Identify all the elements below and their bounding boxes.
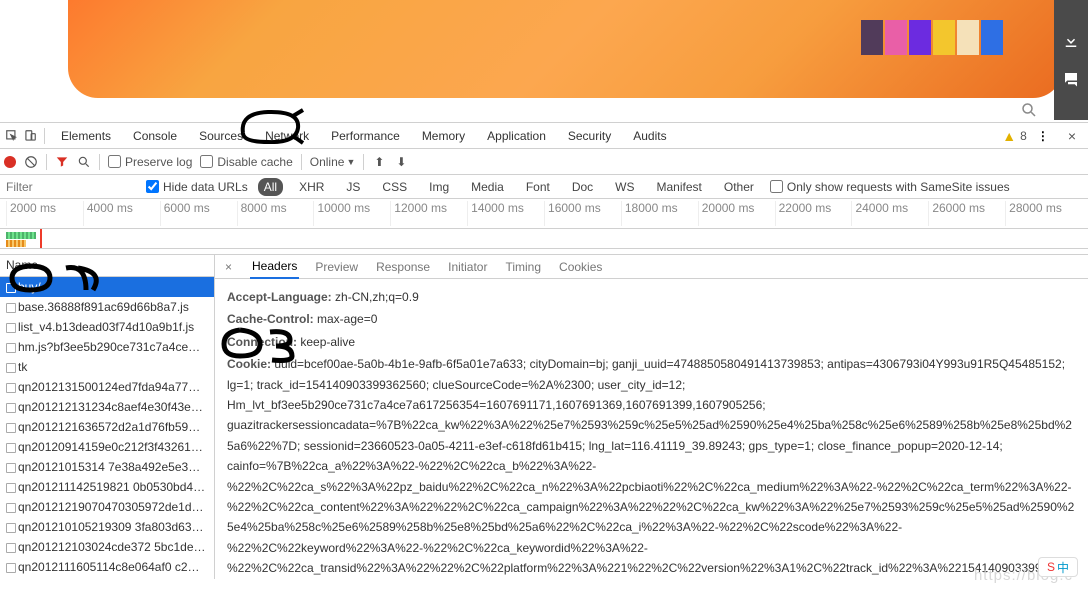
request-detail: × Headers Preview Response Initiator Tim…: [215, 255, 1088, 579]
chat-icon[interactable]: [1062, 70, 1080, 88]
request-row[interactable]: list_v4.b13dead03f74d10a9b1f.js: [0, 317, 214, 337]
tab-elements[interactable]: Elements: [51, 124, 121, 148]
type-img[interactable]: Img: [423, 178, 455, 196]
hide-dataurls-checkbox[interactable]: Hide data URLs: [146, 180, 248, 194]
type-other[interactable]: Other: [718, 178, 760, 196]
right-sidebar: [1054, 0, 1088, 120]
type-manifest[interactable]: Manifest: [651, 178, 708, 196]
header-value: max-age=0: [317, 312, 377, 326]
upload-har-icon[interactable]: ⬆: [372, 155, 386, 169]
request-row[interactable]: qn201213124515dd7271087ab10b5b..: [0, 577, 214, 579]
tab-memory[interactable]: Memory: [412, 124, 475, 148]
request-row[interactable]: buy/: [0, 277, 214, 297]
tab-application[interactable]: Application: [477, 124, 556, 148]
request-list: Name buy/ base.36888f891ac69d66b8a7.js l…: [0, 255, 215, 579]
tab-sources[interactable]: Sources: [189, 124, 253, 148]
download-har-icon[interactable]: ⬇: [394, 155, 408, 169]
detail-tab-preview[interactable]: Preview: [313, 256, 360, 278]
detail-tab-headers[interactable]: Headers: [250, 255, 299, 279]
detail-tab-response[interactable]: Response: [374, 256, 432, 278]
filter-input[interactable]: [6, 180, 136, 194]
request-row[interactable]: qn20120914159e0c212f3f43261e7..: [0, 437, 214, 457]
device-icon[interactable]: [22, 128, 38, 144]
request-row[interactable]: hm.js?bf3ee5b290ce731c7a4ce7a617.: [0, 337, 214, 357]
preserve-log-checkbox[interactable]: Preserve log: [108, 155, 192, 169]
close-devtools-icon[interactable]: ×: [1060, 128, 1084, 144]
detail-tab-cookies[interactable]: Cookies: [557, 256, 604, 278]
search-page-icon[interactable]: [1020, 101, 1038, 119]
request-row[interactable]: qn201211142519821 0b0530bd48d1e..: [0, 477, 214, 497]
disable-cache-checkbox[interactable]: Disable cache: [200, 155, 292, 169]
request-row[interactable]: base.36888f891ac69d66b8a7.js: [0, 297, 214, 317]
request-row[interactable]: qn201212103024cde372 5bc1de5421..: [0, 537, 214, 557]
filter-icon[interactable]: [55, 155, 69, 169]
devtools-tabbar: Elements Console Sources Network Perform…: [0, 123, 1088, 149]
request-row[interactable]: qn20121015314 7e38a492e5e39f758..: [0, 457, 214, 477]
detail-tab-initiator[interactable]: Initiator: [446, 256, 489, 278]
more-icon[interactable]: ⋮: [1029, 129, 1058, 143]
warning-count[interactable]: ▲8: [1002, 128, 1027, 144]
request-row[interactable]: tk: [0, 357, 214, 377]
type-xhr[interactable]: XHR: [293, 178, 330, 196]
request-row[interactable]: qn201210105219309 3fa803d6376f2f..: [0, 517, 214, 537]
header-value: zh-CN,zh;q=0.9: [335, 290, 419, 304]
detail-tab-timing[interactable]: Timing: [503, 256, 543, 278]
tab-console[interactable]: Console: [123, 124, 187, 148]
search-icon[interactable]: [77, 155, 91, 169]
overview-strip[interactable]: [0, 229, 1088, 249]
tab-performance[interactable]: Performance: [321, 124, 410, 148]
name-column-header[interactable]: Name: [0, 255, 214, 277]
page-banner: [68, 0, 1063, 98]
record-button[interactable]: [4, 156, 16, 168]
request-row[interactable]: qn20121219070470305972de1d2294e..: [0, 497, 214, 517]
type-ws[interactable]: WS: [609, 178, 640, 196]
request-row[interactable]: qn2012131500124ed7fda94a77ce91..: [0, 377, 214, 397]
header-value: keep-alive: [300, 335, 355, 349]
ime-float-icon[interactable]: S中: [1038, 557, 1078, 577]
type-js[interactable]: JS: [340, 178, 366, 196]
throttle-select[interactable]: Online ▼: [310, 155, 356, 169]
tab-network[interactable]: Network: [255, 124, 319, 148]
request-row[interactable]: qn2012111605114c8e064af0 c2d093..: [0, 557, 214, 577]
type-css[interactable]: CSS: [376, 178, 413, 196]
close-detail-icon[interactable]: ×: [221, 260, 236, 274]
tab-security[interactable]: Security: [558, 124, 621, 148]
type-all[interactable]: All: [258, 178, 283, 196]
samesite-checkbox[interactable]: Only show requests with SameSite issues: [770, 180, 1010, 194]
inspect-icon[interactable]: [4, 128, 20, 144]
request-row[interactable]: qn2012121636572d2a1d76fb593cc8b..: [0, 417, 214, 437]
type-doc[interactable]: Doc: [566, 178, 599, 196]
request-row[interactable]: qn201212131234c8aef4e30f43ea06d.: [0, 397, 214, 417]
header-value: uuid=bcef00ae-5a0b-4b1e-9afb-6f5a01e7a63…: [227, 357, 1075, 579]
type-media[interactable]: Media: [465, 178, 510, 196]
headers-pane[interactable]: Accept-Language: zh-CN,zh;q=0.9 Cache-Co…: [215, 279, 1088, 579]
tab-audits[interactable]: Audits: [623, 124, 676, 148]
network-toolbar: Preserve log Disable cache Online ▼ ⬆ ⬇: [0, 149, 1088, 175]
timeline-ruler[interactable]: 2000 ms4000 ms6000 ms8000 ms10000 ms1200…: [0, 199, 1088, 229]
type-font[interactable]: Font: [520, 178, 556, 196]
download-icon[interactable]: [1062, 32, 1080, 50]
filter-bar: Hide data URLs All XHR JS CSS Img Media …: [0, 175, 1088, 199]
clear-button[interactable]: [24, 155, 38, 169]
